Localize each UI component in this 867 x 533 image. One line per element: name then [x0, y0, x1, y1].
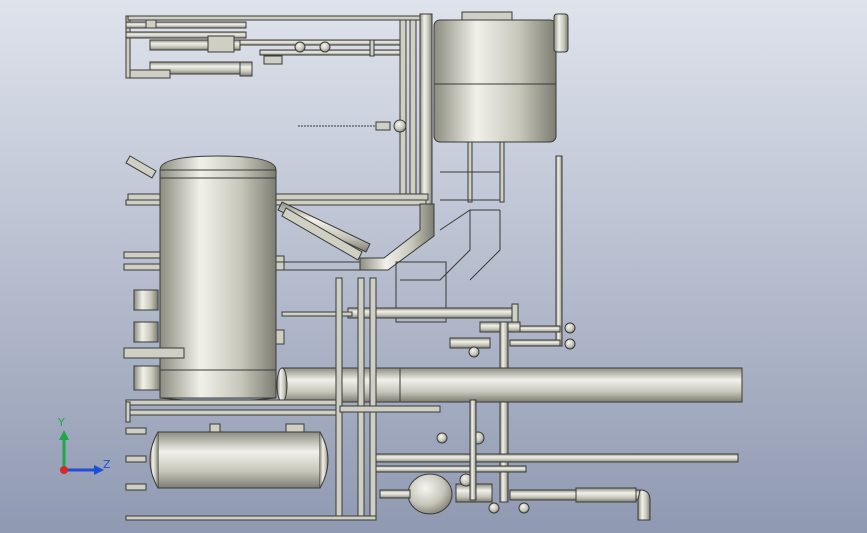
vent-pipe[interactable] [555, 155, 563, 347]
y-axis-label: Y [57, 416, 65, 429]
model-view[interactable]: Y Z [0, 0, 867, 533]
instrument-line[interactable] [298, 119, 407, 133]
y-axis-arrow [59, 430, 69, 440]
horizontal-drum[interactable] [125, 423, 329, 491]
mid-header-pipe[interactable] [281, 303, 519, 323]
vertical-vessel[interactable] [123, 155, 285, 402]
inclined-duct[interactable] [277, 201, 371, 261]
cad-viewport[interactable]: Y Z [0, 0, 867, 533]
x-axis-origin [60, 466, 68, 474]
main-horizontal-pipe[interactable] [276, 367, 743, 403]
z-axis-label: Z [103, 458, 111, 471]
top-pipe-rack[interactable] [125, 15, 401, 79]
head-tank[interactable] [433, 11, 569, 203]
axis-triad: Y Z [57, 416, 111, 475]
